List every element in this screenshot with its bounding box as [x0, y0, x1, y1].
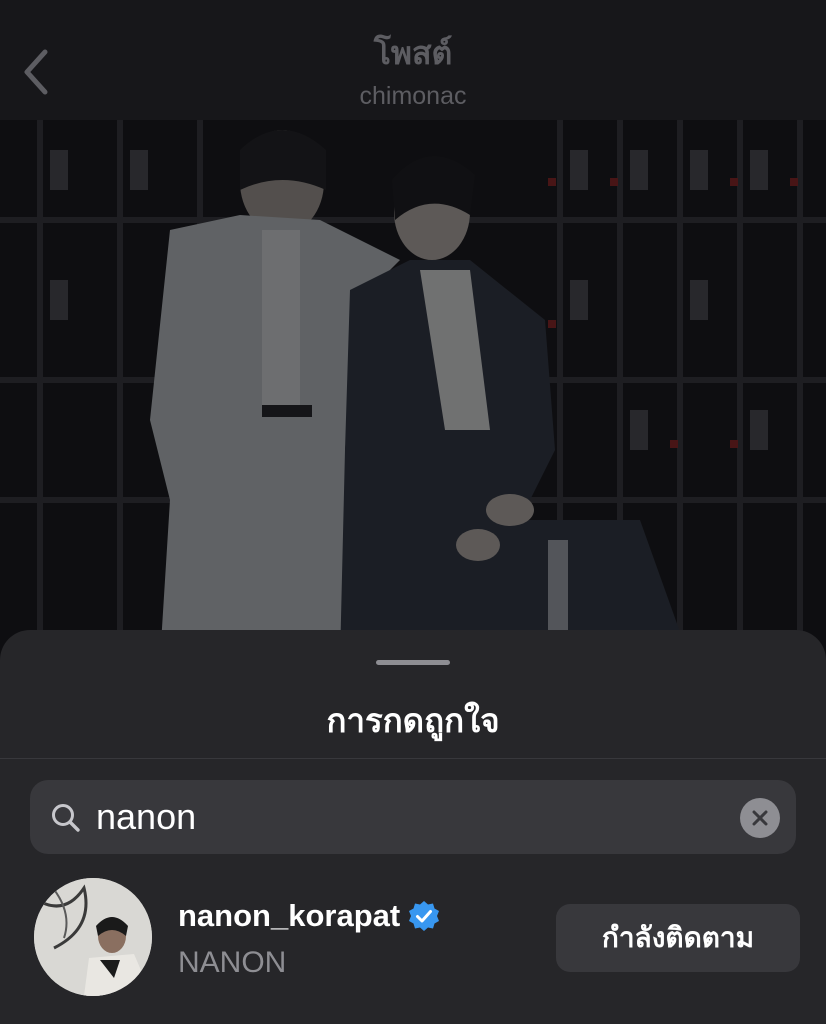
post-image [0, 120, 826, 660]
search-input[interactable] [96, 790, 716, 844]
page-title: โพสต์ [373, 35, 453, 71]
following-button[interactable]: กำลังติดตาม [556, 904, 800, 972]
dim-overlay [0, 120, 826, 660]
clear-search-button[interactable] [740, 798, 780, 838]
verified-badge-icon [409, 901, 440, 931]
username[interactable]: nanon_korapat [178, 898, 400, 934]
likes-screen: โพสต์ chimonac การกดถูกใจ nanon nanon_ko… [0, 0, 826, 1024]
sheet-title: การกดถูกใจ [326, 702, 500, 739]
search-bar[interactable] [30, 780, 796, 854]
divider [0, 758, 826, 759]
top-navigation-bar: โพสต์ chimonac [0, 0, 826, 120]
full-name: NANON [178, 946, 287, 979]
list-item[interactable]: nanon_korapat NANON กำลังติดตาม [0, 874, 826, 1014]
likes-bottom-sheet: การกดถูกใจ nanon nanon_korapat NANON กำล… [0, 630, 826, 1024]
page-subtitle-username: chimonac [359, 82, 467, 110]
avatar[interactable] [34, 878, 152, 996]
avatar-image [34, 878, 152, 996]
username-line: nanon_korapat [178, 898, 440, 934]
clear-icon [752, 810, 768, 826]
sheet-grabber-handle[interactable] [376, 660, 450, 665]
search-icon [52, 804, 80, 832]
